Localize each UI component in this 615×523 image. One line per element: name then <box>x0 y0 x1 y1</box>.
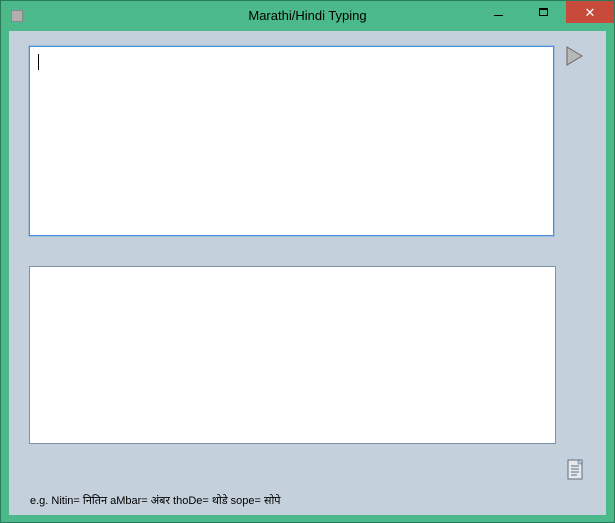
document-icon <box>567 459 585 481</box>
play-icon <box>563 45 585 67</box>
window-controls: ✕ <box>476 1 614 23</box>
content-area: e.g. Nitin= नितिन aMbar= अंबर thoDe= थोड… <box>9 31 606 515</box>
minimize-button[interactable] <box>476 1 521 23</box>
maximize-button[interactable] <box>521 1 566 23</box>
close-button[interactable]: ✕ <box>566 1 614 23</box>
titlebar[interactable]: Marathi/Hindi Typing ✕ <box>1 1 614 30</box>
window-title: Marathi/Hindi Typing <box>248 8 366 23</box>
app-icon <box>11 10 23 22</box>
document-button[interactable] <box>567 459 587 481</box>
input-textarea[interactable] <box>29 46 554 236</box>
app-window: Marathi/Hindi Typing ✕ <box>0 0 615 523</box>
output-textarea[interactable] <box>29 266 556 444</box>
example-hint: e.g. Nitin= नितिन aMbar= अंबर thoDe= थोड… <box>30 493 281 508</box>
play-button[interactable] <box>562 44 586 68</box>
